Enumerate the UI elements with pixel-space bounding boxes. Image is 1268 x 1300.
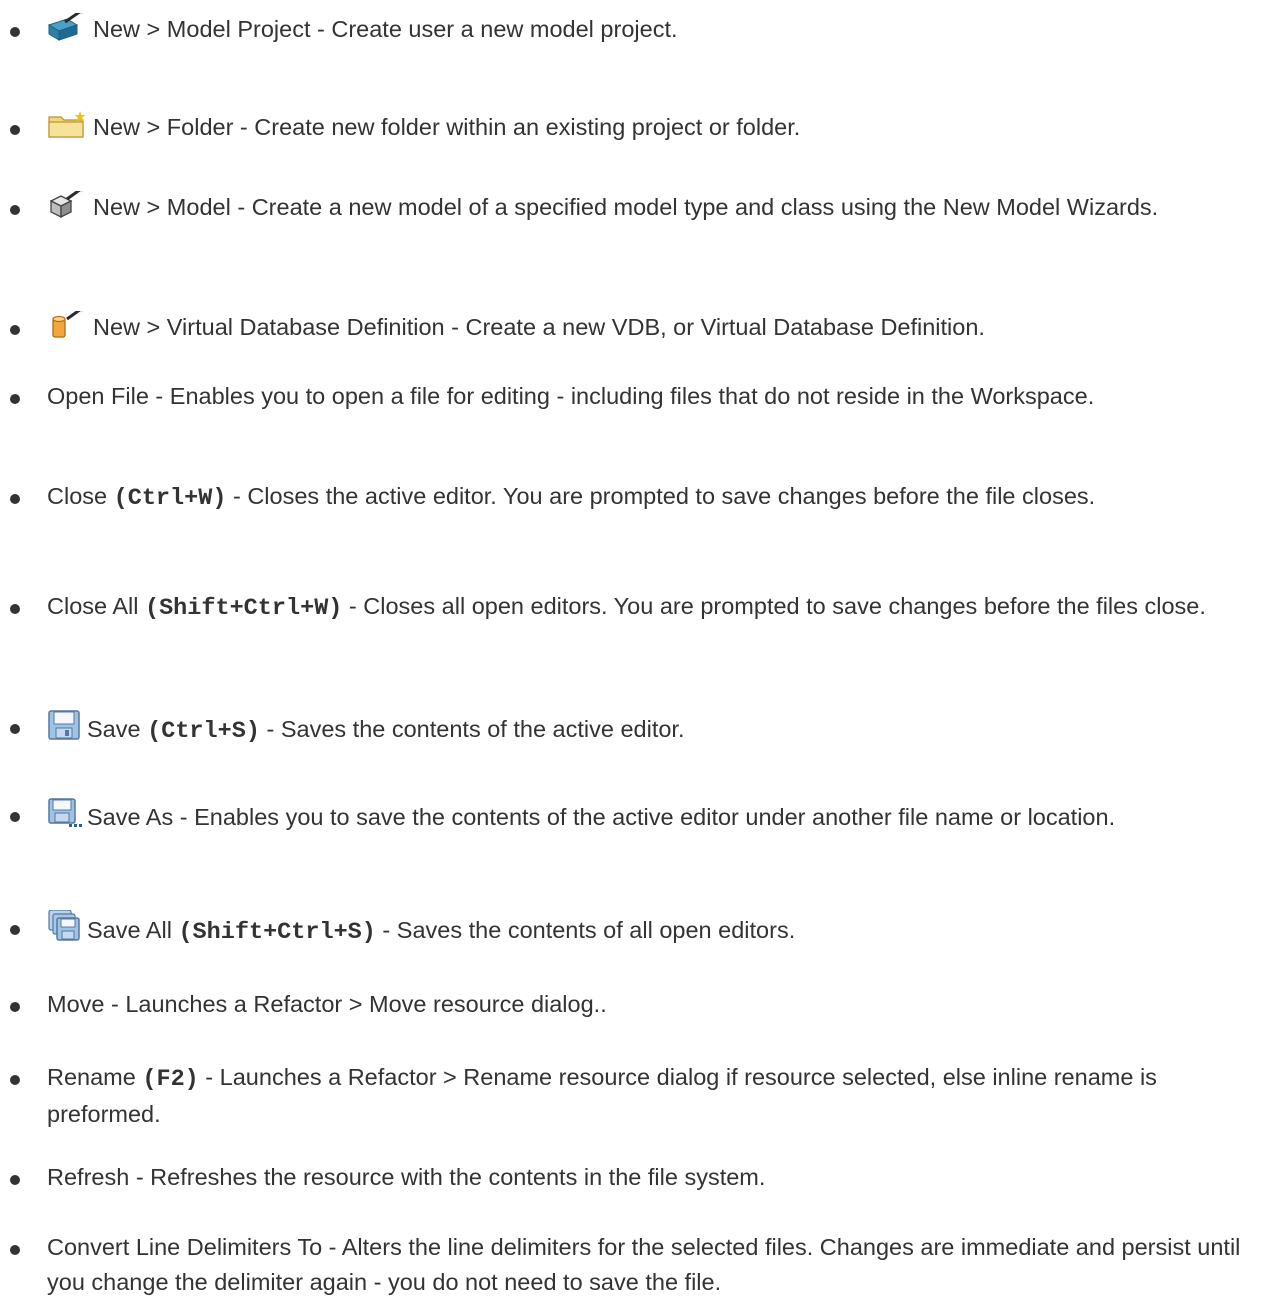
item-name: Refresh (47, 1164, 130, 1190)
item-desc: - Closes all open editors. You are promp… (342, 593, 1206, 619)
shortcut: (Ctrl+S) (147, 718, 260, 745)
item-name: Open File (47, 383, 149, 409)
bullet (10, 394, 20, 404)
list-item-close: Close (Ctrl+W) - Closes the active edito… (10, 479, 1262, 516)
new-vdb-icon (47, 306, 89, 349)
bullet (10, 125, 20, 135)
item-name: New > Model Project (93, 16, 311, 42)
list-item-open-file: Open File - Enables you to open a file f… (10, 379, 1262, 414)
item-desc: - Launches a Refactor > Rename resource … (47, 1064, 1164, 1127)
item-desc: - Refreshes the resource with the conten… (129, 1164, 766, 1190)
item-desc: - Enables you to save the contents of th… (173, 804, 1116, 830)
list-item-new-model-project: New > Model Project - Create user a new … (10, 8, 1262, 51)
new-model-icon (47, 186, 89, 229)
bullet (10, 27, 20, 37)
shortcut: (Shift+Ctrl+S) (178, 919, 376, 946)
new-project-icon (47, 8, 89, 51)
item-desc: - Create a new model of a specified mode… (230, 194, 1159, 220)
item-name: Save As (87, 804, 174, 830)
item-name: Convert Line Delimiters To (47, 1234, 323, 1260)
item-desc: - Create a new VDB, or Virtual Database … (444, 314, 985, 340)
item-name: Rename (47, 1064, 136, 1090)
item-desc: - Saves the contents of the active edito… (259, 716, 685, 742)
list-item-refresh: Refresh - Refreshes the resource with th… (10, 1160, 1262, 1195)
bullet (10, 812, 20, 822)
list-item-new-vdb: New > Virtual Database Definition - Crea… (10, 306, 1262, 349)
shortcut: (Shift+Ctrl+W) (144, 595, 343, 622)
list-item-save-as: Save As - Enables you to save the conten… (10, 797, 1262, 839)
list-item-close-all: Close All (Shift+Ctrl+W) - Closes all op… (10, 589, 1262, 626)
bullet (10, 1175, 20, 1185)
list-item-new-model: New > Model - Create a new model of a sp… (10, 186, 1262, 229)
document-page: New > Model Project - Create user a new … (0, 0, 1268, 1297)
bullet (10, 1075, 20, 1085)
item-desc: - Create new folder within an existing p… (233, 114, 801, 140)
bullet (10, 325, 20, 335)
bullet (10, 724, 20, 734)
item-desc: - Create user a new model project. (310, 16, 678, 42)
item-desc: - Closes the active editor. You are prom… (226, 483, 1096, 509)
item-name: Move (47, 991, 105, 1017)
save-as-icon (47, 797, 83, 839)
list-item-rename: Rename (F2) - Launches a Refactor > Rena… (10, 1060, 1262, 1132)
save-icon (47, 709, 83, 751)
item-desc: - Enables you to open a file for editing… (148, 383, 1095, 409)
shortcut: (F2) (142, 1066, 199, 1093)
list-item-convert-line-delimiters: Convert Line Delimiters To - Alters the … (10, 1230, 1262, 1300)
bullet (10, 1245, 20, 1255)
list-item-new-folder: New > Folder - Create new folder within … (10, 110, 1262, 149)
bullet (10, 604, 20, 614)
save-all-icon (47, 909, 83, 952)
item-name: Close All (47, 593, 139, 619)
bullet (10, 925, 20, 935)
bullet (10, 205, 20, 215)
bullet (10, 494, 20, 504)
list-item-save-all: Save All (Shift+Ctrl+S) - Saves the cont… (10, 909, 1262, 952)
item-desc: - Saves the contents of all open editors… (375, 917, 796, 943)
item-name: New > Model (93, 194, 231, 220)
item-name: New > Virtual Database Definition (93, 314, 445, 340)
bullet (10, 1002, 20, 1012)
list-item-save: Save (Ctrl+S) - Saves the contents of th… (10, 709, 1262, 751)
shortcut: (Ctrl+W) (113, 485, 227, 512)
item-name: New > Folder (93, 114, 234, 140)
list-item-move: Move - Launches a Refactor > Move resour… (10, 987, 1262, 1022)
item-name: Save All (87, 917, 172, 943)
item-name: Close (47, 483, 108, 509)
new-folder-icon (47, 111, 89, 149)
item-desc: - Launches a Refactor > Move resource di… (104, 991, 607, 1017)
item-name: Save (87, 716, 141, 742)
